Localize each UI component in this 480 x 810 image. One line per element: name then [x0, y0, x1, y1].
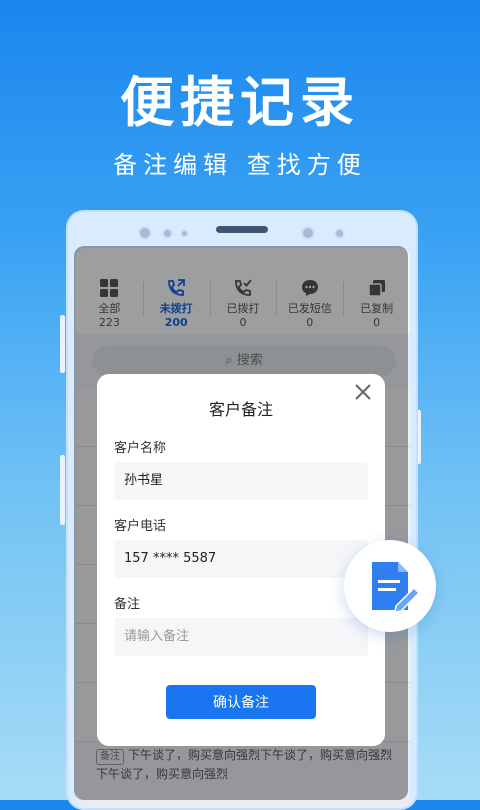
close-icon[interactable] [353, 382, 373, 402]
phone-side-button [60, 315, 65, 373]
customer-phone-field[interactable]: 157 **** 5587 [114, 540, 368, 578]
note-edit-badge [344, 540, 436, 632]
note-label: 备注 [114, 597, 141, 612]
sensor-icon [180, 229, 189, 238]
dialog-title: 客户备注 [208, 400, 273, 419]
speaker [216, 226, 268, 233]
hero-subtitle: 备注编辑 查找方便 [113, 151, 367, 179]
customer-note-dialog: 客户备注 客户名称 孙书星 客户电话 157 **** 5587 备注 请输入备… [97, 374, 385, 746]
customer-phone-label: 客户电话 [114, 519, 167, 534]
phone-side-button [60, 455, 65, 525]
sensor-icon [162, 228, 173, 239]
camera-icon [138, 226, 152, 240]
customer-name-label: 客户名称 [114, 441, 167, 456]
note-input[interactable]: 请输入备注 [114, 618, 368, 656]
hero-title: 便捷记录 [120, 71, 360, 134]
customer-name-field[interactable]: 孙书星 [114, 462, 368, 500]
camera-icon [301, 226, 315, 240]
sensor-icon [334, 228, 345, 239]
confirm-note-button[interactable]: 确认备注 [166, 685, 316, 719]
document-edit-icon [372, 562, 421, 613]
